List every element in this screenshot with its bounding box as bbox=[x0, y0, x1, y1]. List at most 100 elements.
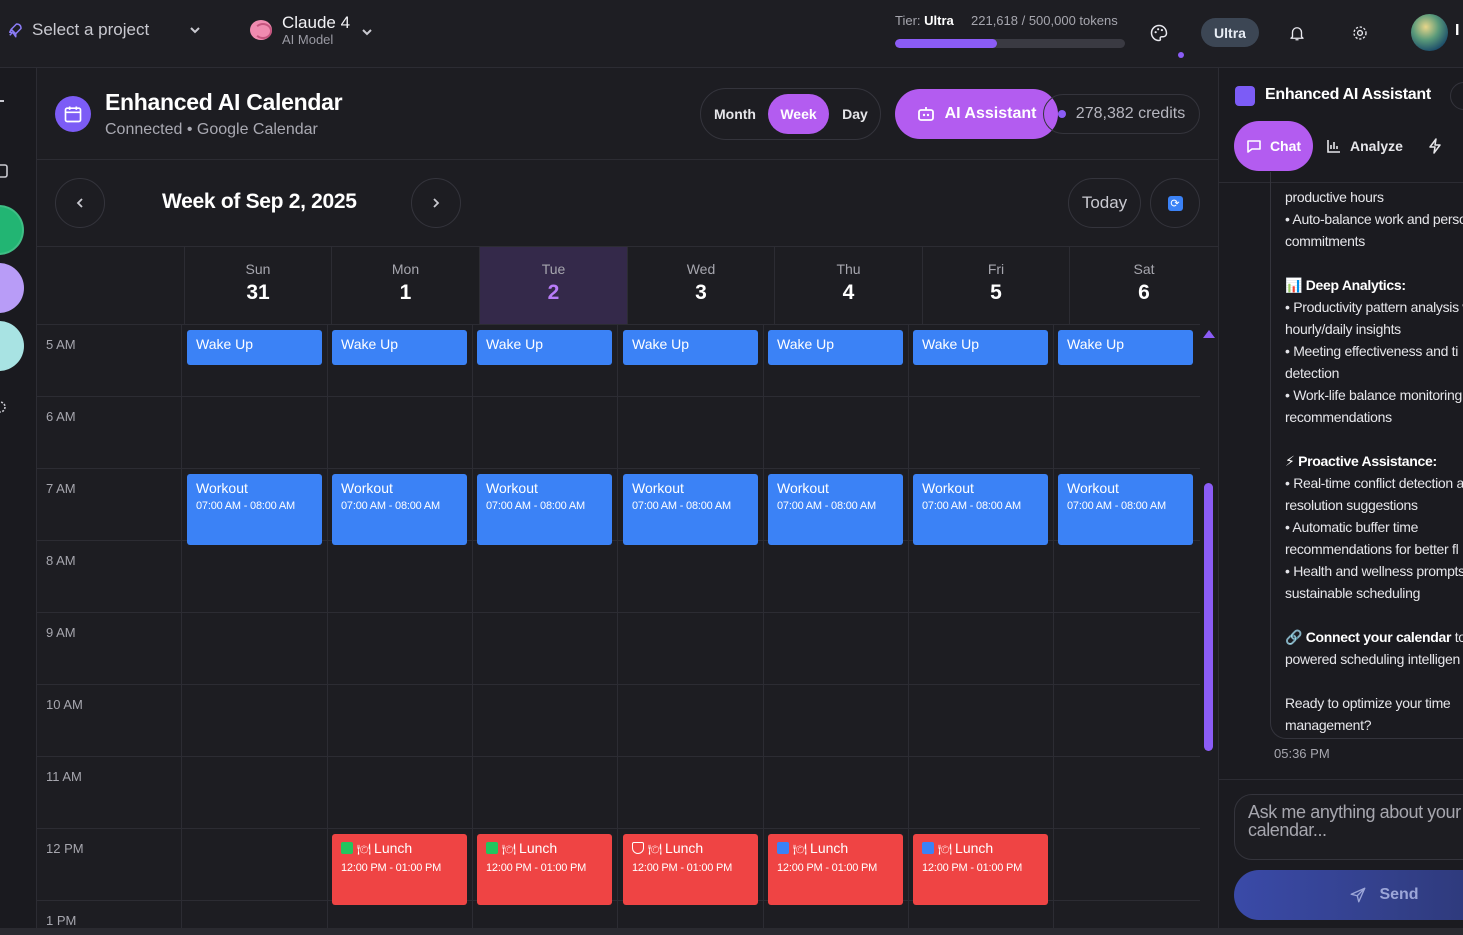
message-line: powered scheduling intelligen bbox=[1285, 651, 1460, 667]
robot-icon bbox=[1235, 86, 1255, 106]
rail-avatar-teal[interactable] bbox=[0, 321, 24, 371]
event-workout[interactable]: Workout 07:00 AM - 08:00 AM bbox=[187, 474, 322, 545]
grid-column-line bbox=[617, 325, 618, 935]
message-line: • Auto-balance work and perso bbox=[1285, 211, 1463, 227]
rail-avatar-purple[interactable] bbox=[0, 263, 24, 313]
message-timestamp: 05:36 PM bbox=[1274, 746, 1330, 761]
free-icon bbox=[922, 842, 934, 854]
tab-quick-actions[interactable] bbox=[1427, 121, 1443, 171]
view-week-button[interactable]: Week bbox=[768, 94, 829, 134]
scroll-up-arrow[interactable] bbox=[1203, 330, 1215, 338]
view-month-button[interactable]: Month bbox=[706, 94, 764, 134]
event-wake-up[interactable]: Wake Up bbox=[477, 330, 612, 365]
message-heading: 📊 Deep Analytics: bbox=[1285, 277, 1406, 293]
event-title: Workout bbox=[196, 480, 248, 496]
day-header-sat[interactable]: Sat 6 bbox=[1069, 247, 1218, 324]
event-wake-up[interactable]: Wake Up bbox=[332, 330, 467, 365]
event-workout[interactable]: Workout 07:00 AM - 08:00 AM bbox=[623, 474, 758, 545]
event-wake-up[interactable]: Wake Up bbox=[1058, 330, 1193, 365]
gear-icon[interactable] bbox=[0, 400, 7, 414]
prev-week-button[interactable] bbox=[55, 178, 105, 228]
event-lunch[interactable]: 🍽 Lunch 12:00 PM - 01:00 PM bbox=[332, 834, 467, 905]
event-title: Wake Up bbox=[341, 336, 399, 352]
rail-avatar-green[interactable] bbox=[0, 205, 24, 255]
day-name: Tue bbox=[541, 261, 566, 277]
hour-label: 9 AM bbox=[46, 625, 76, 640]
gear-icon[interactable] bbox=[1347, 20, 1373, 46]
hour-row[interactable]: 8 AM bbox=[37, 541, 1200, 613]
day-date: 5 bbox=[990, 281, 1002, 304]
palette-icon[interactable] bbox=[1146, 20, 1172, 46]
event-wake-up[interactable]: Wake Up bbox=[768, 330, 903, 365]
view-day-button[interactable]: Day bbox=[833, 94, 877, 134]
active-indicator-dot bbox=[1178, 52, 1184, 58]
chevron-left-icon[interactable] bbox=[0, 96, 8, 106]
day-header-sun[interactable]: Sun 31 bbox=[184, 247, 331, 324]
grid-column-line bbox=[181, 325, 182, 935]
hour-row[interactable]: 9 AM bbox=[37, 613, 1200, 685]
event-lunch[interactable]: 🍽 Lunch 12:00 PM - 01:00 PM bbox=[623, 834, 758, 905]
event-workout[interactable]: Workout 07:00 AM - 08:00 AM bbox=[477, 474, 612, 545]
chevron-down-icon[interactable] bbox=[188, 23, 202, 37]
tab-analyze[interactable]: Analyze bbox=[1326, 121, 1403, 171]
hour-row[interactable]: 6 AM bbox=[37, 397, 1200, 469]
bell-icon[interactable] bbox=[1284, 20, 1310, 46]
chat-input[interactable]: Ask me anything about your calendar... bbox=[1234, 794, 1463, 860]
event-time: 07:00 AM - 08:00 AM bbox=[922, 500, 1021, 512]
bar-chart-icon bbox=[1327, 140, 1340, 153]
event-title-row: 🍽 Lunch bbox=[486, 840, 603, 858]
panel-close-button[interactable] bbox=[1450, 82, 1463, 110]
ai-assistant-button[interactable]: AI Assistant bbox=[895, 89, 1058, 139]
hour-row[interactable]: 11 AM bbox=[37, 757, 1200, 829]
day-header-wed[interactable]: Wed 3 bbox=[627, 247, 774, 324]
event-wake-up[interactable]: Wake Up bbox=[623, 330, 758, 365]
assistant-panel: Enhanced AI Assistant Chat Analyze produ… bbox=[1218, 68, 1463, 935]
day-header-mon[interactable]: Mon 1 bbox=[331, 247, 479, 324]
plan-badge[interactable]: Ultra bbox=[1201, 18, 1259, 47]
bottom-scrollbar[interactable] bbox=[0, 928, 1463, 935]
event-lunch[interactable]: 🍽 Lunch 12:00 PM - 01:00 PM bbox=[768, 834, 903, 905]
event-workout[interactable]: Workout 07:00 AM - 08:00 AM bbox=[913, 474, 1048, 545]
message-line: productive hours bbox=[1285, 189, 1384, 205]
shield-icon bbox=[632, 842, 644, 854]
event-lunch[interactable]: 🍽 Lunch 12:00 PM - 01:00 PM bbox=[477, 834, 612, 905]
scrollbar-thumb[interactable] bbox=[1204, 483, 1213, 751]
event-title-row: 🍽 Lunch bbox=[922, 840, 1039, 858]
event-time: 07:00 AM - 08:00 AM bbox=[341, 500, 440, 512]
next-week-button[interactable] bbox=[411, 178, 461, 228]
project-selector-label: Select a project bbox=[32, 20, 150, 39]
model-selector[interactable]: Claude 4 AI Model bbox=[250, 13, 372, 47]
hour-row[interactable]: 10 AM bbox=[37, 685, 1200, 757]
header-divider bbox=[37, 159, 1218, 160]
event-title: Workout bbox=[341, 480, 393, 496]
message-line: hourly/daily insights bbox=[1285, 321, 1401, 337]
project-selector[interactable]: Select a project bbox=[6, 20, 200, 40]
day-header-thu[interactable]: Thu 4 bbox=[774, 247, 922, 324]
refresh-button[interactable]: ⟳ bbox=[1150, 178, 1200, 228]
event-time: 12:00 PM - 01:00 PM bbox=[341, 862, 442, 874]
day-header-fri[interactable]: Fri 5 bbox=[922, 247, 1069, 324]
event-lunch[interactable]: 🍽 Lunch 12:00 PM - 01:00 PM bbox=[913, 834, 1048, 905]
avatar[interactable] bbox=[1411, 14, 1448, 51]
tab-chat[interactable]: Chat bbox=[1234, 121, 1313, 171]
event-workout[interactable]: Workout 07:00 AM - 08:00 AM bbox=[768, 474, 903, 545]
event-wake-up[interactable]: Wake Up bbox=[913, 330, 1048, 365]
rocket-icon bbox=[6, 21, 24, 39]
event-workout[interactable]: Workout 07:00 AM - 08:00 AM bbox=[1058, 474, 1193, 545]
chevron-left-icon bbox=[76, 198, 83, 208]
event-wake-up[interactable]: Wake Up bbox=[187, 330, 322, 365]
today-button[interactable]: Today bbox=[1068, 178, 1141, 228]
view-switcher: Month Week Day bbox=[700, 88, 881, 140]
plate-icon: 🍽 bbox=[938, 844, 956, 856]
hour-label: 8 AM bbox=[46, 553, 76, 568]
event-title: Lunch bbox=[810, 840, 849, 856]
chevron-down-icon[interactable] bbox=[360, 25, 374, 39]
send-button[interactable]: Send bbox=[1234, 870, 1463, 920]
event-title: Workout bbox=[1067, 480, 1119, 496]
event-workout[interactable]: Workout 07:00 AM - 08:00 AM bbox=[332, 474, 467, 545]
plate-icon: 🍽 bbox=[648, 844, 666, 856]
message-line: resolution suggestions bbox=[1285, 497, 1418, 513]
calendar-icon[interactable] bbox=[0, 162, 8, 178]
check-icon bbox=[486, 842, 498, 854]
day-header-tue[interactable]: Tue 2 bbox=[479, 247, 627, 324]
